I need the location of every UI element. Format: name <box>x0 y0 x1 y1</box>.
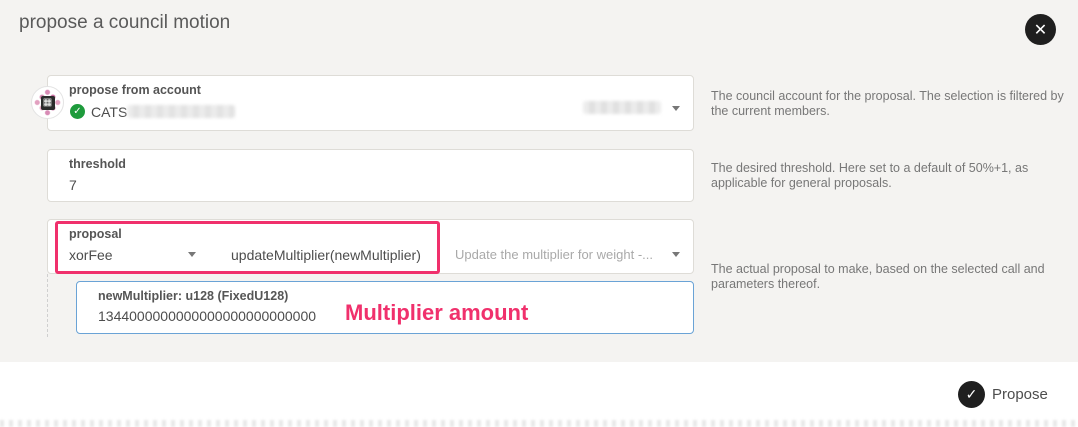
propose-button[interactable]: ✓ Propose <box>958 381 1048 408</box>
threshold-value: 7 <box>69 177 77 193</box>
redacted-account-address <box>127 105 235 118</box>
modal-title: propose a council motion <box>19 12 231 33</box>
check-icon: ✓ <box>70 104 85 119</box>
threshold-input[interactable]: threshold 7 <box>47 149 694 202</box>
account-name: CATS <box>91 104 128 120</box>
modal-footer <box>0 362 1078 427</box>
annotation-label: Multiplier amount <box>345 300 529 325</box>
checkmark-icon: ✓ <box>958 381 985 408</box>
chevron-down-icon[interactable] <box>672 106 680 111</box>
param-tree-line <box>47 274 48 337</box>
redacted-account-balance <box>583 101 661 114</box>
proposal-description: Update the multiplier for weight -... <box>455 247 653 262</box>
identicon-badge-icon: ▦ <box>40 95 55 110</box>
close-icon: ✕ <box>1033 21 1048 39</box>
highlight-box <box>55 221 440 274</box>
background-page-strip <box>0 420 1078 427</box>
account-help: The council account for the proposal. Th… <box>711 89 1064 118</box>
param-value: 1344000000000000000000000000 <box>98 308 317 324</box>
close-button[interactable]: ✕ <box>1025 14 1056 45</box>
account-label: propose from account <box>69 83 201 97</box>
propose-label: Propose <box>992 386 1048 403</box>
method-chevron-down-icon[interactable] <box>672 252 680 257</box>
threshold-help: The desired threshold. Here set to a def… <box>711 161 1029 190</box>
threshold-label: threshold <box>69 157 126 171</box>
council-motion-modal: propose a council motion ✕ propose from … <box>0 0 1078 427</box>
account-identicon: ▦ <box>31 86 64 119</box>
proposal-help: The actual proposal to make, based on th… <box>711 262 1045 291</box>
param-label: newMultiplier: u128 (FixedU128) <box>98 289 289 303</box>
